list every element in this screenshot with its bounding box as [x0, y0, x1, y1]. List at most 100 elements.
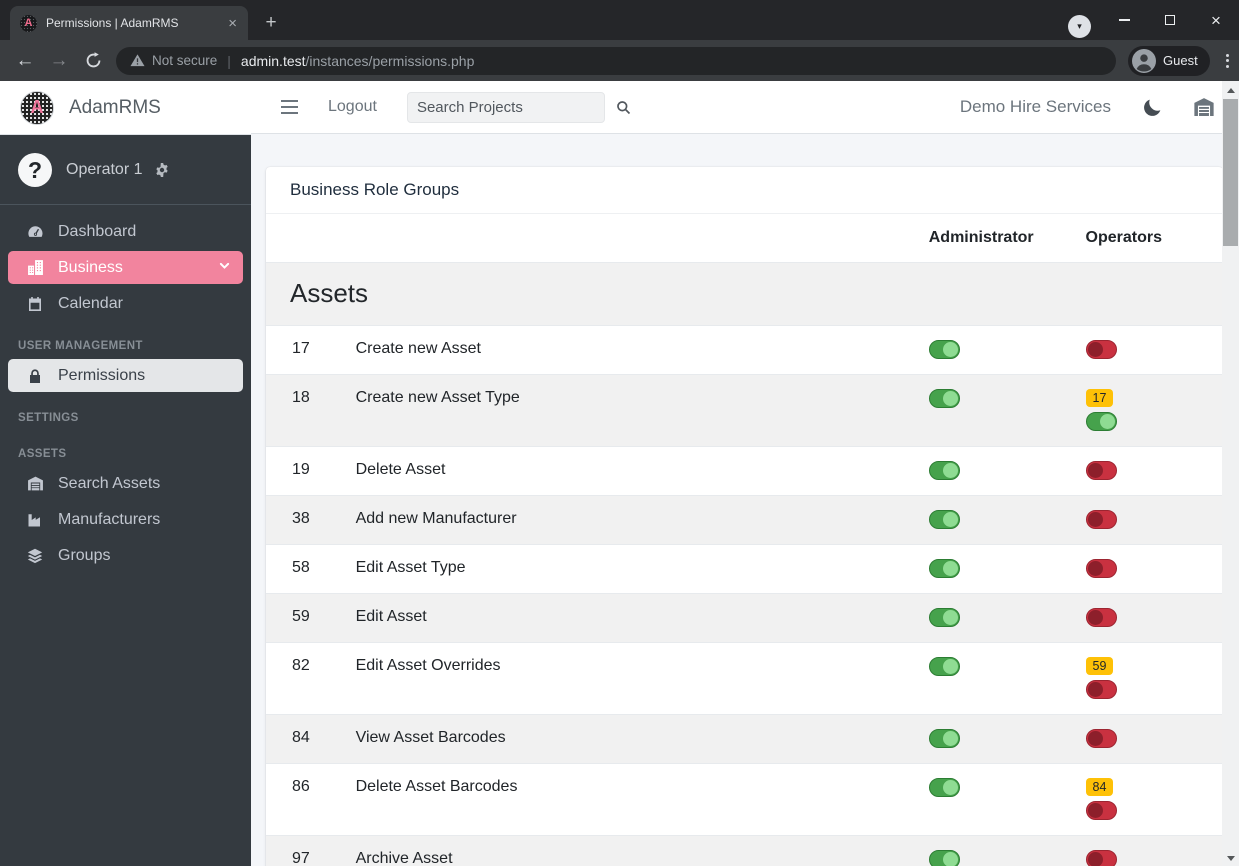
search-box[interactable] [406, 91, 631, 123]
section-title: Assets [290, 278, 369, 308]
administrator-toggle[interactable] [928, 461, 960, 480]
card-title: Business Role Groups [266, 167, 1223, 214]
calendar-icon [24, 296, 46, 312]
administrator-toggle[interactable] [928, 340, 960, 359]
app-navbar: Logout Demo Hire Services [251, 81, 1239, 134]
scroll-up-button[interactable] [1222, 82, 1239, 98]
search-icon[interactable] [616, 100, 631, 115]
permission-id: 17 [292, 340, 310, 357]
dependency-badge: 17 [1085, 389, 1114, 407]
content-area: Business Role Groups Administrator Opera… [251, 134, 1239, 866]
sidebar-item-permissions[interactable]: Permissions [8, 359, 243, 392]
warehouse-icon [24, 475, 46, 492]
operators-toggle[interactable] [1085, 559, 1117, 578]
building-icon [24, 259, 46, 276]
back-button[interactable]: ← [8, 50, 42, 72]
operators-cell [1085, 326, 1223, 375]
toggle-knob [1087, 682, 1103, 697]
administrator-toggle[interactable] [928, 608, 960, 627]
administrator-toggle[interactable] [928, 850, 960, 866]
forward-button[interactable]: → [42, 50, 76, 72]
column-operators: Operators [1085, 229, 1162, 246]
dark-mode-toggle[interactable] [1143, 97, 1163, 117]
operators-toggle[interactable] [1085, 680, 1117, 699]
permission-row: 86 Delete Asset Barcodes 84 [266, 763, 1223, 836]
address-separator: | [227, 52, 231, 69]
administrator-toggle[interactable] [928, 657, 960, 676]
permission-label: Edit Asset Overrides [355, 657, 501, 674]
brand[interactable]: A AdamRMS [0, 81, 251, 135]
scroll-down-button[interactable] [1222, 850, 1239, 866]
browser-menu-button[interactable] [1218, 50, 1237, 72]
operators-toggle[interactable] [1085, 510, 1117, 529]
administrator-toggle[interactable] [928, 389, 960, 408]
sidebar-item-search-assets[interactable]: Search Assets [8, 467, 243, 500]
toggle-knob [942, 342, 958, 357]
permission-row: 97 Archive Asset [266, 835, 1223, 866]
sidebar-item-calendar[interactable]: Calendar [8, 287, 243, 320]
user-settings-gear-icon[interactable] [154, 162, 170, 178]
permission-id: 84 [292, 729, 310, 746]
browser-tab[interactable]: A Permissions | AdamRMS × [10, 6, 248, 40]
administrator-toggle[interactable] [928, 778, 960, 797]
page-scrollbar[interactable] [1222, 81, 1239, 866]
instance-assets-button[interactable] [1193, 96, 1215, 118]
moon-icon [1144, 99, 1161, 116]
new-tab-button[interactable]: + [258, 10, 284, 36]
operators-toggle[interactable] [1085, 801, 1117, 820]
user-avatar: ? [18, 153, 52, 187]
administrator-toggle[interactable] [928, 729, 960, 748]
profile-button[interactable]: Guest [1128, 45, 1210, 76]
sidebar-item-label: Business [58, 258, 123, 276]
address-bar[interactable]: Not secure | admin.test/instances/permis… [116, 46, 1116, 75]
maximize-button[interactable] [1147, 0, 1193, 40]
permission-row: 38 Add new Manufacturer [266, 495, 1223, 545]
operators-toggle[interactable] [1085, 340, 1117, 359]
close-button[interactable]: × [1193, 0, 1239, 40]
reload-button[interactable] [76, 52, 110, 69]
sidebar-item-business[interactable]: Business [8, 251, 243, 284]
toggle-knob [942, 512, 958, 527]
permission-id: 19 [292, 461, 310, 478]
administrator-toggle[interactable] [928, 559, 960, 578]
sidebar-item-groups[interactable]: Groups [8, 539, 243, 572]
tab-close-icon[interactable]: × [225, 15, 240, 32]
administrator-toggle[interactable] [928, 510, 960, 529]
hamburger-menu-icon[interactable] [273, 94, 306, 120]
dependency-badge: 84 [1085, 778, 1114, 796]
toggle-knob [942, 391, 958, 406]
toggle-knob [942, 463, 958, 478]
role-groups-card: Business Role Groups Administrator Opera… [266, 167, 1223, 866]
permissions-table: Administrator Operators Assets 17 Create … [266, 214, 1223, 866]
operators-toggle[interactable] [1085, 461, 1117, 480]
operators-toggle[interactable] [1085, 850, 1117, 866]
scrollbar-thumb[interactable] [1223, 99, 1238, 246]
permission-label: Delete Asset Barcodes [355, 778, 518, 795]
permission-row: 59 Edit Asset [266, 593, 1223, 643]
permission-id: 38 [292, 510, 310, 527]
guest-avatar-icon [1132, 48, 1156, 73]
logout-link[interactable]: Logout [328, 98, 377, 116]
close-icon: × [1211, 10, 1221, 30]
permission-id: 97 [292, 850, 310, 866]
permission-label: Create new Asset Type [355, 389, 520, 406]
sidebar-item-dashboard[interactable]: Dashboard [8, 215, 243, 248]
operators-toggle[interactable] [1085, 412, 1117, 431]
permission-label: Create new Asset [355, 340, 481, 357]
sidebar-item-label: Dashboard [58, 222, 137, 240]
permission-label: Add new Manufacturer [355, 510, 517, 527]
sidebar-section-assets: ASSETS [18, 448, 67, 460]
operators-toggle[interactable] [1085, 608, 1117, 627]
operators-cell [1085, 496, 1223, 545]
sidebar-item-manufacturers[interactable]: Manufacturers [8, 503, 243, 536]
tab-search-button[interactable]: ▾ [1068, 15, 1091, 38]
search-input[interactable] [416, 98, 616, 116]
permission-label: Delete Asset [355, 461, 446, 478]
operators-toggle[interactable] [1085, 729, 1117, 748]
sidebar: A AdamRMS ? Operator 1 Dashboard Busines… [0, 81, 251, 866]
tab-title: Permissions | AdamRMS [46, 16, 179, 30]
minimize-button[interactable] [1101, 0, 1147, 40]
section-row-assets: Assets [266, 262, 1223, 326]
not-secure-warning-icon [130, 54, 145, 67]
toggle-knob [942, 780, 958, 795]
